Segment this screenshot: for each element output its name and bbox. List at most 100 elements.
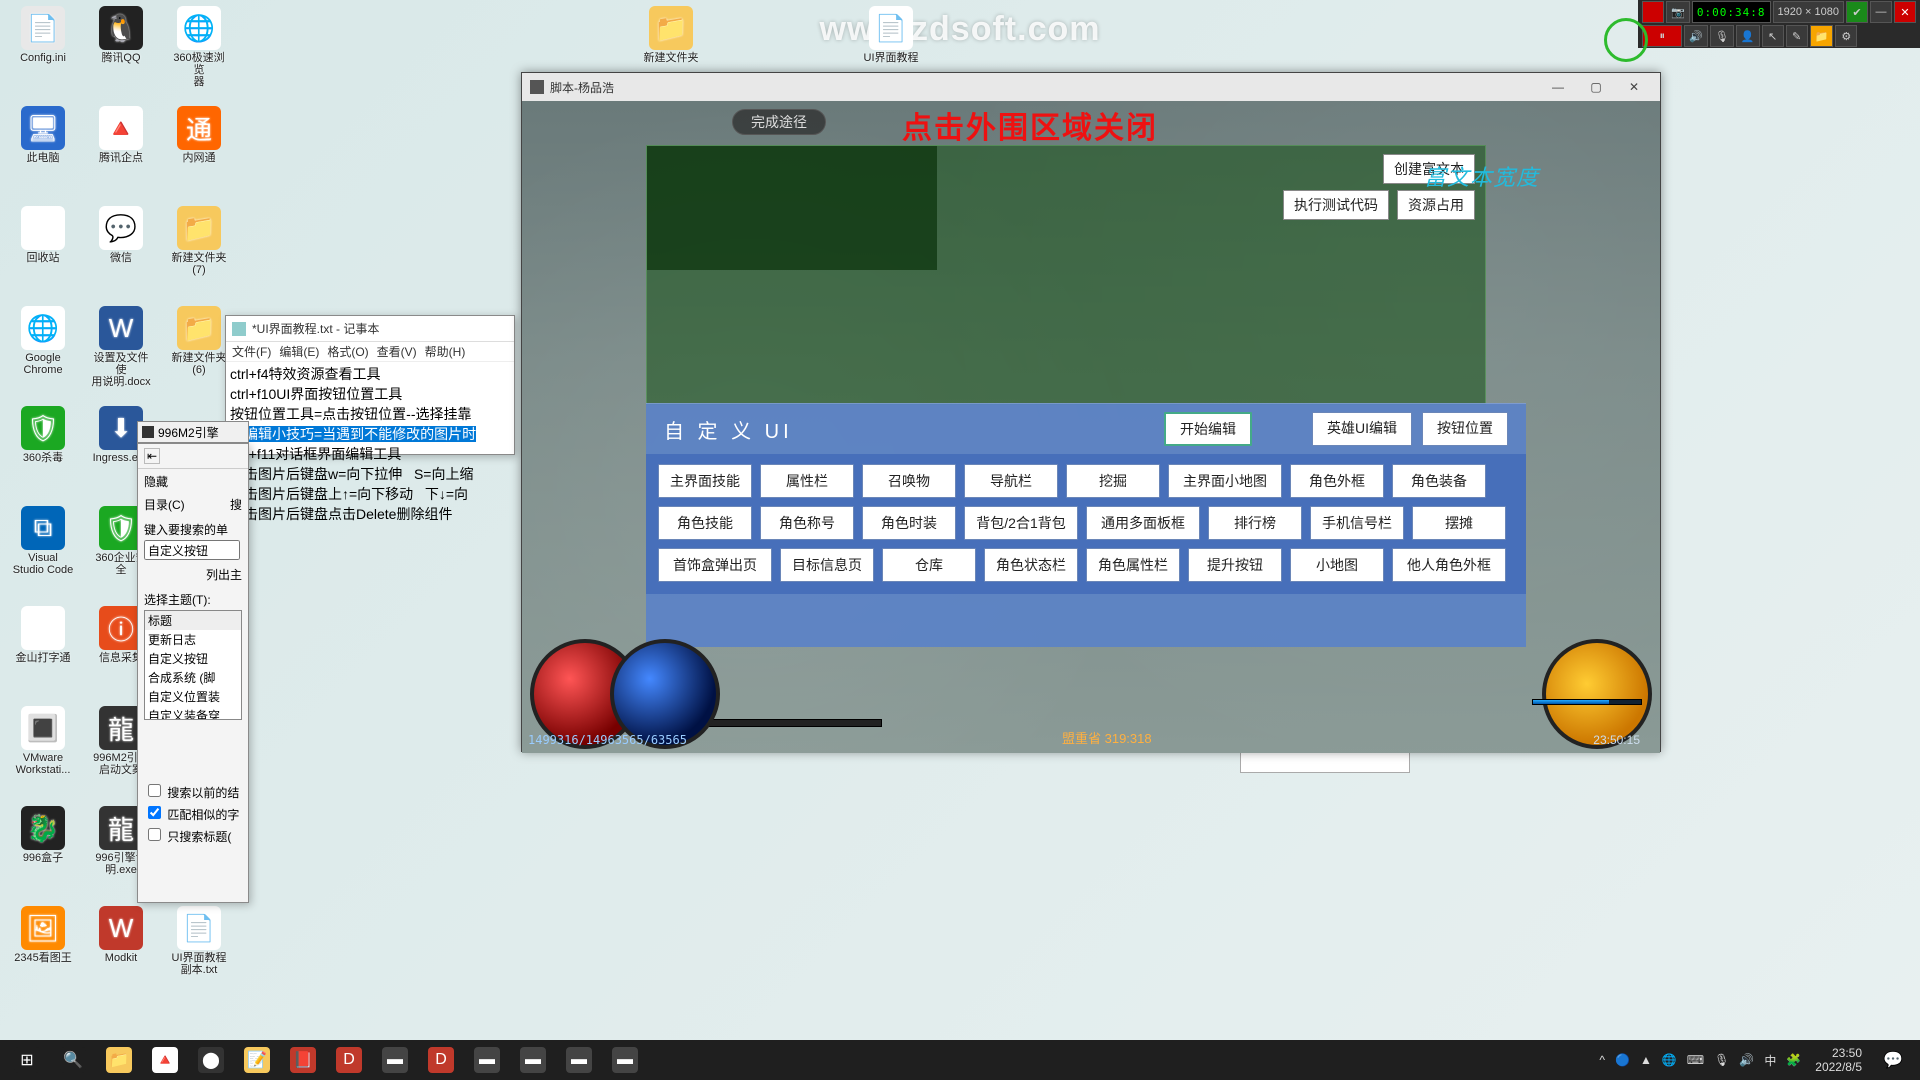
taskbar-app[interactable]: ⊞ — [4, 1040, 50, 1080]
desktop-icon[interactable]: 📄UI界面教程 — [860, 6, 922, 64]
start-edit-button[interactable]: 开始编辑 — [1164, 412, 1252, 446]
taskbar-app[interactable]: ⬤ — [188, 1040, 234, 1080]
opt-similar[interactable]: 匹配相似的字 — [138, 802, 248, 824]
game-scene[interactable]: 完成途径 点击外围区域关闭 创建富文本 执行测试代码 资源占用 富文本宽度 自 … — [522, 101, 1660, 753]
resource-usage-button[interactable]: 资源占用 — [1397, 190, 1475, 220]
button-position-button[interactable]: 按钮位置 — [1422, 412, 1508, 446]
desktop-icon[interactable]: 🗑回收站 — [12, 206, 74, 264]
desktop-icon[interactable]: WModkit — [90, 906, 152, 964]
taskbar-app[interactable]: 📝 — [234, 1040, 280, 1080]
hide-button[interactable]: ⇤ — [144, 448, 160, 464]
ui-category-button[interactable]: 角色状态栏 — [984, 548, 1078, 582]
opt-prev[interactable]: 搜索以前的结 — [138, 780, 248, 802]
ui-category-button[interactable]: 角色装备 — [1392, 464, 1486, 498]
notepad-menubar[interactable]: 文件(F)编辑(E)格式(O)查看(V)帮助(H) — [226, 342, 514, 362]
notepad-text[interactable]: ctrl+f4特效资源查看工具 ctrl+f10UI界面按钮位置工具 按钮位置工… — [226, 362, 514, 526]
ui-category-button[interactable]: 排行榜 — [1208, 506, 1302, 540]
recorder-min-icon[interactable]: — — [1870, 1, 1892, 23]
desktop-icon[interactable]: 📁新建文件夹 (6) — [168, 306, 230, 376]
run-test-code-button[interactable]: 执行测试代码 — [1283, 190, 1389, 220]
taskbar-app[interactable]: 🔺 — [142, 1040, 188, 1080]
ui-category-button[interactable]: 手机信号栏 — [1310, 506, 1404, 540]
stop-record-button[interactable]: ⏸ — [1642, 25, 1682, 47]
tray-icon[interactable]: ⌨ — [1687, 1053, 1704, 1067]
taskbar-app[interactable]: ▬ — [510, 1040, 556, 1080]
cursor-icon[interactable]: ↖ — [1762, 25, 1784, 47]
desktop-icon[interactable]: 📁新建文件夹 — [640, 6, 702, 64]
taskbar-app[interactable]: D — [418, 1040, 464, 1080]
desktop-icon[interactable]: 🌐360极速浏览 器 — [168, 6, 230, 88]
tray-icon[interactable]: ^ — [1599, 1053, 1605, 1067]
desktop-icon[interactable]: 📄Config.ini — [12, 6, 74, 64]
folder-icon[interactable]: 📁 — [1810, 25, 1834, 47]
taskbar-app[interactable]: ▬ — [464, 1040, 510, 1080]
ui-category-button[interactable]: 摆摊 — [1412, 506, 1506, 540]
help-search-tab[interactable]: 搜 — [230, 496, 242, 513]
ui-category-button[interactable]: 角色技能 — [658, 506, 752, 540]
taskbar-app[interactable]: 🔍 — [50, 1040, 96, 1080]
ui-category-button[interactable]: 主界面技能 — [658, 464, 752, 498]
list-item[interactable]: 自定义装备穿 — [145, 706, 241, 720]
ui-category-button[interactable]: 角色时装 — [862, 506, 956, 540]
desktop-icon[interactable]: 💬微信 — [90, 206, 152, 264]
desktop-icon[interactable]: 🐧腾讯QQ — [90, 6, 152, 64]
tray-icon[interactable]: 🧩 — [1786, 1053, 1801, 1067]
ui-category-button[interactable]: 属性栏 — [760, 464, 854, 498]
notepad-menu-item[interactable]: 文件(F) — [232, 343, 271, 360]
help-dir-tab[interactable]: 目录(C) — [144, 496, 185, 513]
ui-category-button[interactable]: 背包/2合1背包 — [964, 506, 1078, 540]
close-button[interactable]: ✕ — [1616, 77, 1652, 97]
desktop-icon[interactable]: 🖼2345看图王 — [12, 906, 74, 964]
list-item[interactable]: 合成系统 (脚 — [145, 668, 241, 687]
taskbar-app[interactable]: ▬ — [602, 1040, 648, 1080]
tray-icon[interactable]: 🔊 — [1739, 1053, 1754, 1067]
ui-category-button[interactable]: 小地图 — [1290, 548, 1384, 582]
desktop-icon[interactable]: ⌨金山打字通 — [12, 606, 74, 664]
ui-category-button[interactable]: 主界面小地图 — [1168, 464, 1282, 498]
settings-icon[interactable]: ⚙ — [1835, 25, 1857, 47]
desktop-icon[interactable]: 📁新建文件夹 (7) — [168, 206, 230, 276]
minimize-button[interactable]: — — [1540, 77, 1576, 97]
help-list-button[interactable]: 列出主 — [138, 560, 248, 585]
game-titlebar[interactable]: 脚本-杨品浩 —▢✕ — [522, 73, 1660, 101]
ui-category-button[interactable]: 导航栏 — [964, 464, 1058, 498]
ui-category-button[interactable]: 角色称号 — [760, 506, 854, 540]
completion-path-button[interactable]: 完成途径 — [732, 109, 826, 135]
list-item[interactable]: 更新日志 — [145, 630, 241, 649]
ui-category-button[interactable]: 角色属性栏 — [1086, 548, 1180, 582]
audio-icon[interactable]: 🔊 — [1684, 25, 1708, 47]
desktop-icon[interactable]: W设置及文件使 用说明.docx — [90, 306, 152, 388]
taskbar-app[interactable]: 📕 — [280, 1040, 326, 1080]
system-tray[interactable]: ^🔵▲🌐⌨🎙🔊中🧩 — [1599, 1052, 1807, 1069]
tray-icon[interactable]: 🎙 — [1714, 1053, 1729, 1067]
ui-category-button[interactable]: 召唤物 — [862, 464, 956, 498]
recorder-close-icon[interactable]: ✕ — [1894, 1, 1916, 23]
desktop-icon[interactable]: 通内网通 — [168, 106, 230, 164]
camera-icon[interactable]: 📷 — [1666, 1, 1690, 23]
desktop-icon[interactable]: 🔺腾讯企点 — [90, 106, 152, 164]
mic-icon[interactable]: 🎙 — [1710, 25, 1734, 47]
taskbar-app[interactable]: ▬ — [372, 1040, 418, 1080]
list-item[interactable]: 自定义位置装 — [145, 687, 241, 706]
maximize-button[interactable]: ▢ — [1578, 77, 1614, 97]
desktop-icon[interactable]: 🛡360杀毒 — [12, 406, 74, 464]
speed-track[interactable] — [692, 719, 882, 727]
help-theme-list[interactable]: 标题 更新日志自定义按钮合成系统 (脚自定义位置装自定义装备穿 — [144, 610, 242, 720]
desktop-icon[interactable]: ⧉Visual Studio Code — [12, 506, 74, 576]
ui-category-button[interactable]: 通用多面板框 — [1086, 506, 1200, 540]
pen-icon[interactable]: ✎ — [1786, 25, 1808, 47]
tray-icon[interactable]: 中 — [1764, 1052, 1776, 1069]
taskbar-app[interactable]: 📁 — [96, 1040, 142, 1080]
ui-category-button[interactable]: 提升按钮 — [1188, 548, 1282, 582]
ui-category-button[interactable]: 首饰盒弹出页 — [658, 548, 772, 582]
opt-title-only[interactable]: 只搜索标题( — [138, 824, 248, 846]
tray-icon[interactable]: 🔵 — [1615, 1053, 1630, 1067]
tray-icon[interactable]: ▲ — [1640, 1053, 1652, 1067]
taskbar-app[interactable]: D — [326, 1040, 372, 1080]
taskbar-app[interactable]: ▬ — [556, 1040, 602, 1080]
hero-ui-edit-button[interactable]: 英雄UI编辑 — [1312, 412, 1412, 446]
help-window-title[interactable]: 996M2引擎 — [137, 421, 249, 443]
webcam-icon[interactable]: 👤 — [1736, 25, 1760, 47]
notepad-menu-item[interactable]: 帮助(H) — [425, 343, 466, 360]
desktop-icon[interactable]: 🐉996盒子 — [12, 806, 74, 864]
